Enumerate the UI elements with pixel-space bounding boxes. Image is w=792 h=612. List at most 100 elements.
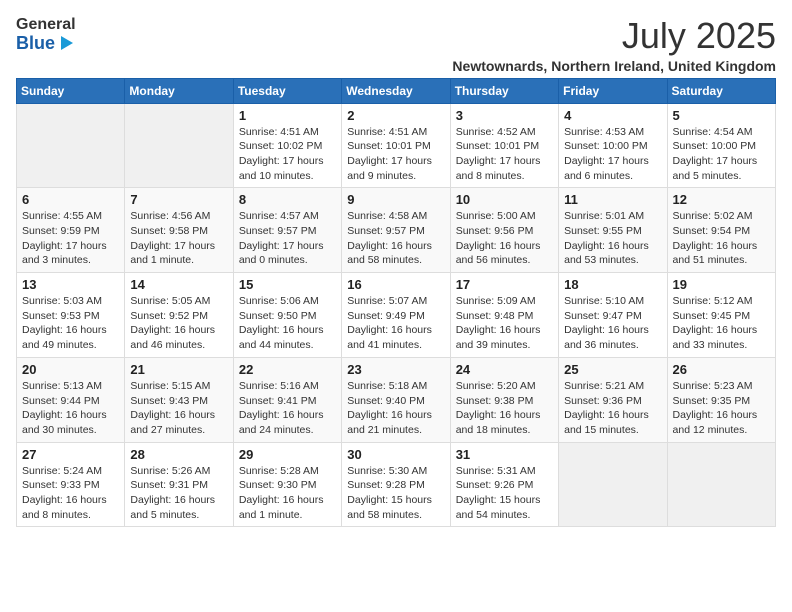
day-info: Sunrise: 5:01 AMSunset: 9:55 PMDaylight:…: [564, 209, 661, 268]
weekday-header-friday: Friday: [559, 78, 667, 103]
logo-general-text: General: [16, 16, 76, 34]
day-number: 7: [130, 192, 227, 207]
calendar-week-row: 1Sunrise: 4:51 AMSunset: 10:02 PMDayligh…: [17, 103, 776, 188]
day-info: Sunrise: 5:07 AMSunset: 9:49 PMDaylight:…: [347, 294, 444, 353]
calendar-cell: 22 Sunrise: 5:16 AMSunset: 9:41 PMDayligh…: [233, 357, 341, 442]
calendar-cell: 29Sunrise: 5:28 AMSunset: 9:30 PMDayligh…: [233, 442, 341, 527]
logo: General Blue: [16, 16, 76, 53]
day-info: Sunrise: 5:12 AMSunset: 9:45 PMDaylight:…: [673, 294, 770, 353]
calendar-cell: 1Sunrise: 4:51 AMSunset: 10:02 PMDayligh…: [233, 103, 341, 188]
calendar-week-row: 27Sunrise: 5:24 AMSunset: 9:33 PMDayligh…: [17, 442, 776, 527]
day-number: 6: [22, 192, 119, 207]
calendar-cell: 4Sunrise: 4:53 AMSunset: 10:00 PMDayligh…: [559, 103, 667, 188]
calendar-table: SundayMondayTuesdayWednesdayThursdayFrid…: [16, 78, 776, 528]
weekday-header-monday: Monday: [125, 78, 233, 103]
day-info: Sunrise: 4:51 AMSunset: 10:02 PMDaylight…: [239, 125, 336, 184]
day-info: Sunrise: 5:16 AMSunset: 9:41 PMDaylight:…: [239, 379, 336, 438]
calendar-cell: 21 Sunrise: 5:15 AMSunset: 9:43 PMDayligh…: [125, 357, 233, 442]
calendar-cell: [125, 103, 233, 188]
logo-icon: [57, 34, 75, 52]
day-info: Sunrise: 4:51 AMSunset: 10:01 PMDaylight…: [347, 125, 444, 184]
calendar-cell: 24 Sunrise: 5:20 AMSunset: 9:38 PMDayligh…: [450, 357, 558, 442]
calendar-cell: 9 Sunrise: 4:58 AMSunset: 9:57 PMDaylight…: [342, 188, 450, 273]
day-info: Sunrise: 5:10 AMSunset: 9:47 PMDaylight:…: [564, 294, 661, 353]
day-info: Sunrise: 4:57 AMSunset: 9:57 PMDaylight:…: [239, 209, 336, 268]
day-info: Sunrise: 5:03 AMSunset: 9:53 PMDaylight:…: [22, 294, 119, 353]
title-section: July 2025 Newtownards, Northern Ireland,…: [452, 16, 776, 74]
day-number: 28: [130, 447, 227, 462]
calendar-cell: 8 Sunrise: 4:57 AMSunset: 9:57 PMDaylight…: [233, 188, 341, 273]
calendar-cell: 27Sunrise: 5:24 AMSunset: 9:33 PMDayligh…: [17, 442, 125, 527]
day-number: 20: [22, 362, 119, 377]
day-info: Sunrise: 5:26 AMSunset: 9:31 PMDaylight:…: [130, 464, 227, 523]
day-number: 8: [239, 192, 336, 207]
day-number: 5: [673, 108, 770, 123]
day-info: Sunrise: 5:00 AMSunset: 9:56 PMDaylight:…: [456, 209, 553, 268]
calendar-cell: 30Sunrise: 5:30 AMSunset: 9:28 PMDayligh…: [342, 442, 450, 527]
day-info: Sunrise: 5:30 AMSunset: 9:28 PMDaylight:…: [347, 464, 444, 523]
day-info: Sunrise: 4:58 AMSunset: 9:57 PMDaylight:…: [347, 209, 444, 268]
day-number: 16: [347, 277, 444, 292]
day-info: Sunrise: 5:23 AMSunset: 9:35 PMDaylight:…: [673, 379, 770, 438]
location-subtitle: Newtownards, Northern Ireland, United Ki…: [452, 58, 776, 74]
calendar-cell: 10Sunrise: 5:00 AMSunset: 9:56 PMDayligh…: [450, 188, 558, 273]
day-number: 21: [130, 362, 227, 377]
day-number: 9: [347, 192, 444, 207]
calendar-cell: 3Sunrise: 4:52 AMSunset: 10:01 PMDayligh…: [450, 103, 558, 188]
day-info: Sunrise: 4:54 AMSunset: 10:00 PMDaylight…: [673, 125, 770, 184]
weekday-header-thursday: Thursday: [450, 78, 558, 103]
calendar-cell: 2 Sunrise: 4:51 AMSunset: 10:01 PMDayligh…: [342, 103, 450, 188]
calendar-cell: 25 Sunrise: 5:21 AMSunset: 9:36 PMDayligh…: [559, 357, 667, 442]
day-info: Sunrise: 5:20 AMSunset: 9:38 PMDaylight:…: [456, 379, 553, 438]
day-info: Sunrise: 5:15 AMSunset: 9:43 PMDaylight:…: [130, 379, 227, 438]
weekday-header-tuesday: Tuesday: [233, 78, 341, 103]
calendar-cell: [559, 442, 667, 527]
weekday-header-sunday: Sunday: [17, 78, 125, 103]
day-info: Sunrise: 5:06 AMSunset: 9:50 PMDaylight:…: [239, 294, 336, 353]
day-number: 18: [564, 277, 661, 292]
day-number: 22: [239, 362, 336, 377]
day-number: 25: [564, 362, 661, 377]
day-number: 23: [347, 362, 444, 377]
day-number: 19: [673, 277, 770, 292]
day-number: 14: [130, 277, 227, 292]
day-info: Sunrise: 4:55 AMSunset: 9:59 PMDaylight:…: [22, 209, 119, 268]
calendar-cell: 17 Sunrise: 5:09 AMSunset: 9:48 PMDayligh…: [450, 273, 558, 358]
calendar-cell: 15Sunrise: 5:06 AMSunset: 9:50 PMDayligh…: [233, 273, 341, 358]
day-number: 12: [673, 192, 770, 207]
calendar-cell: 20 Sunrise: 5:13 AMSunset: 9:44 PMDayligh…: [17, 357, 125, 442]
day-number: 11: [564, 192, 661, 207]
day-number: 13: [22, 277, 119, 292]
calendar-cell: 12 Sunrise: 5:02 AMSunset: 9:54 PMDayligh…: [667, 188, 775, 273]
day-info: Sunrise: 5:13 AMSunset: 9:44 PMDaylight:…: [22, 379, 119, 438]
calendar-cell: 31Sunrise: 5:31 AMSunset: 9:26 PMDayligh…: [450, 442, 558, 527]
day-info: Sunrise: 5:24 AMSunset: 9:33 PMDaylight:…: [22, 464, 119, 523]
calendar-week-row: 6 Sunrise: 4:55 AMSunset: 9:59 PMDaylight…: [17, 188, 776, 273]
calendar-cell: 18 Sunrise: 5:10 AMSunset: 9:47 PMDayligh…: [559, 273, 667, 358]
page-header: General Blue July 2025 Newtownards, Nort…: [16, 16, 776, 74]
day-number: 4: [564, 108, 661, 123]
day-info: Sunrise: 5:02 AMSunset: 9:54 PMDaylight:…: [673, 209, 770, 268]
calendar-cell: 6 Sunrise: 4:55 AMSunset: 9:59 PMDaylight…: [17, 188, 125, 273]
day-info: Sunrise: 5:28 AMSunset: 9:30 PMDaylight:…: [239, 464, 336, 523]
day-number: 2: [347, 108, 444, 123]
day-number: 17: [456, 277, 553, 292]
day-info: Sunrise: 5:05 AMSunset: 9:52 PMDaylight:…: [130, 294, 227, 353]
weekday-header-row: SundayMondayTuesdayWednesdayThursdayFrid…: [17, 78, 776, 103]
calendar-cell: 13 Sunrise: 5:03 AMSunset: 9:53 PMDayligh…: [17, 273, 125, 358]
calendar-cell: 26 Sunrise: 5:23 AMSunset: 9:35 PMDayligh…: [667, 357, 775, 442]
day-number: 26: [673, 362, 770, 377]
day-info: Sunrise: 5:21 AMSunset: 9:36 PMDaylight:…: [564, 379, 661, 438]
day-number: 24: [456, 362, 553, 377]
calendar-week-row: 20 Sunrise: 5:13 AMSunset: 9:44 PMDayligh…: [17, 357, 776, 442]
calendar-cell: 16 Sunrise: 5:07 AMSunset: 9:49 PMDayligh…: [342, 273, 450, 358]
calendar-cell: 5 Sunrise: 4:54 AMSunset: 10:00 PMDayligh…: [667, 103, 775, 188]
calendar-cell: [17, 103, 125, 188]
calendar-cell: 23Sunrise: 5:18 AMSunset: 9:40 PMDayligh…: [342, 357, 450, 442]
weekday-header-wednesday: Wednesday: [342, 78, 450, 103]
calendar-cell: 28 Sunrise: 5:26 AMSunset: 9:31 PMDayligh…: [125, 442, 233, 527]
day-info: Sunrise: 4:52 AMSunset: 10:01 PMDaylight…: [456, 125, 553, 184]
day-info: Sunrise: 5:09 AMSunset: 9:48 PMDaylight:…: [456, 294, 553, 353]
day-info: Sunrise: 4:56 AMSunset: 9:58 PMDaylight:…: [130, 209, 227, 268]
day-info: Sunrise: 5:31 AMSunset: 9:26 PMDaylight:…: [456, 464, 553, 523]
